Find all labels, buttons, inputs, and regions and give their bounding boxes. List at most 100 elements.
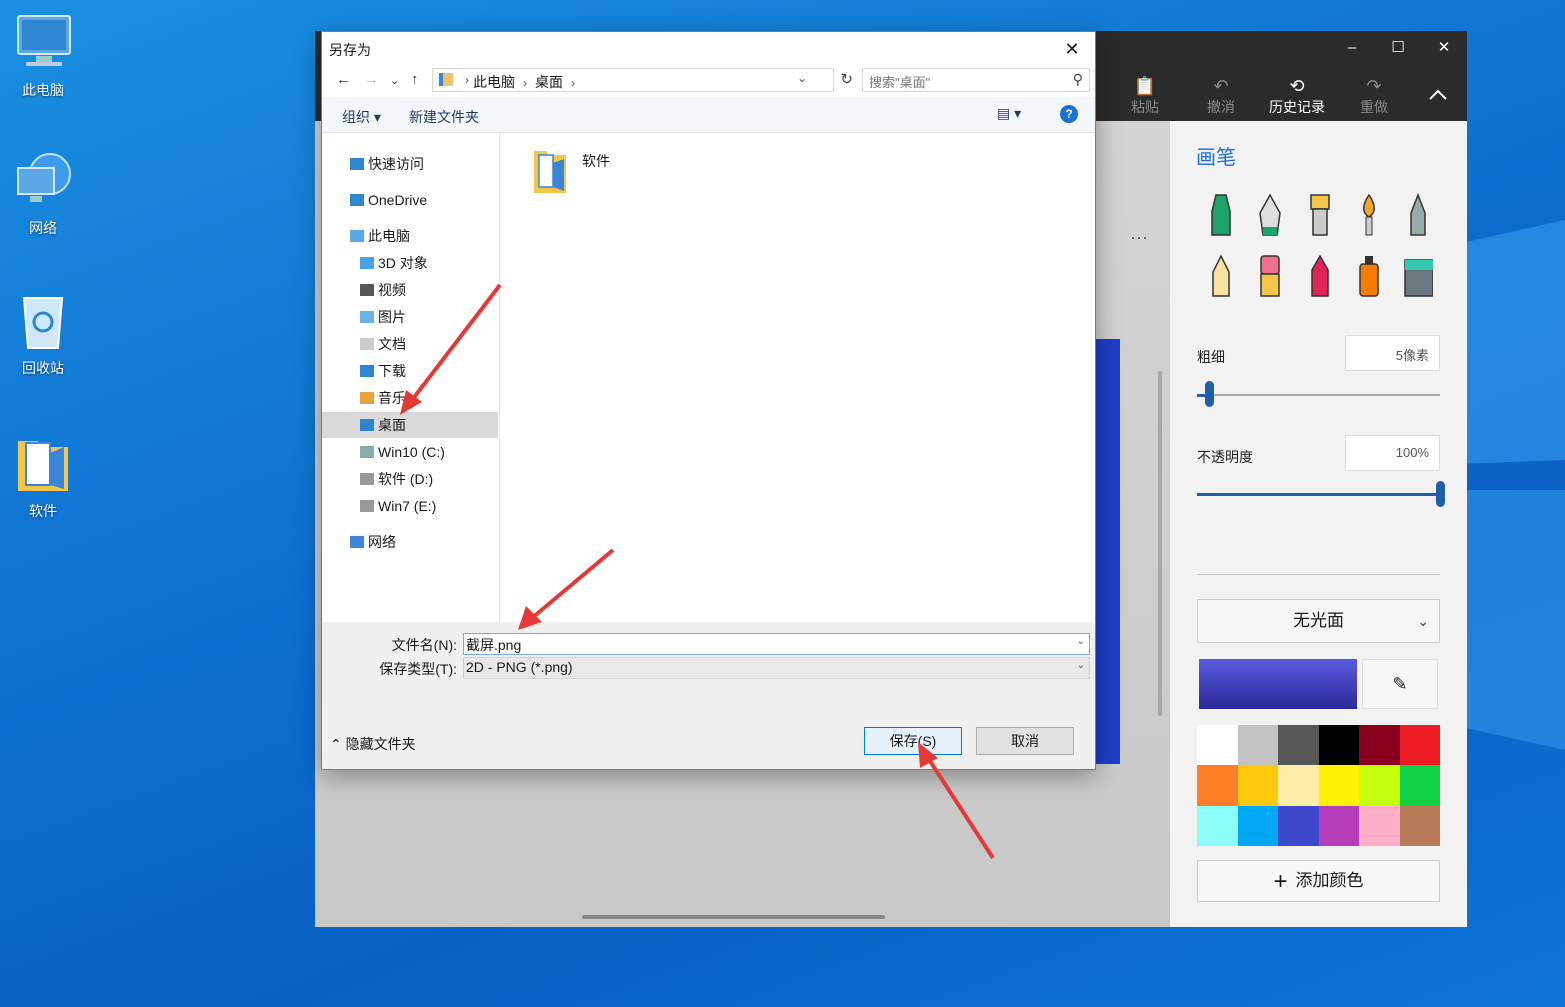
help-icon[interactable]: ? (1060, 105, 1078, 123)
forward-button[interactable]: → (364, 71, 379, 88)
fill-bucket-icon[interactable] (1403, 254, 1433, 298)
breadcrumb-desktop[interactable]: 桌面 (535, 74, 563, 90)
history-button[interactable]: ⟲ 历史记录 (1262, 75, 1332, 119)
palette-swatch[interactable] (1237, 765, 1278, 806)
folder-icon (534, 151, 566, 193)
current-color-swatch[interactable] (1199, 659, 1357, 709)
maximize-button[interactable]: ☐ (1375, 31, 1421, 63)
paste-button[interactable]: 📋 粘贴 (1110, 75, 1180, 119)
dialog-title: 另存为 (329, 42, 371, 58)
undo-button[interactable]: ↶ 撤消 (1186, 75, 1256, 119)
tree-item-3[interactable]: 3D 对象 (322, 250, 498, 276)
tree-item-13[interactable]: 网络 (322, 529, 498, 555)
opacity-slider-thumb[interactable] (1436, 481, 1445, 507)
view-options-icon[interactable]: ▤ ▾ (997, 105, 1021, 122)
palette-swatch[interactable] (1278, 725, 1319, 766)
tree-item-10[interactable]: Win10 (C:) (322, 439, 498, 465)
eyedropper-button[interactable]: ✎ (1362, 659, 1438, 709)
opacity-input[interactable]: 100% (1345, 435, 1440, 471)
filetype-select[interactable]: 2D - PNG (*.png) ⌄ (463, 657, 1090, 679)
palette-swatch[interactable] (1318, 765, 1359, 806)
tree-item-0[interactable]: 快速访问 (322, 151, 498, 177)
add-color-button[interactable]: + 添加颜色 (1197, 860, 1440, 902)
tree-item-7[interactable]: 下载 (322, 358, 498, 384)
address-dropdown-icon[interactable]: ⌄ (797, 71, 807, 85)
desktop-icon-network[interactable]: 网络 (0, 150, 86, 238)
spray-can-icon[interactable] (1354, 254, 1384, 298)
more-options-button[interactable]: ··· (1130, 227, 1148, 248)
thickness-slider-track[interactable] (1197, 394, 1440, 396)
tree-item-6[interactable]: 文档 (322, 331, 498, 357)
file-item-folder[interactable]: 软件 (532, 147, 652, 199)
dialog-close-button[interactable]: ✕ (1057, 35, 1087, 63)
breadcrumb-this-pc[interactable]: 此电脑 (473, 74, 515, 90)
thickness-label: 粗细 (1197, 349, 1225, 365)
refresh-icon[interactable]: ↻ (840, 70, 853, 88)
tree-item-4[interactable]: 视频 (322, 277, 498, 303)
chevron-down-icon[interactable]: ⌄ (1077, 636, 1085, 647)
tree-item-9[interactable]: 桌面 (322, 412, 498, 438)
filename-input[interactable]: 截屏.png ⌄ (463, 633, 1090, 655)
finish-dropdown[interactable]: 无光面 ⌄ (1197, 599, 1440, 643)
back-button[interactable]: ← (336, 71, 351, 88)
tree-item-12[interactable]: Win7 (E:) (322, 493, 498, 519)
cancel-button[interactable]: 取消 (976, 727, 1074, 755)
watercolor-icon[interactable] (1354, 193, 1384, 237)
vertical-scrollbar[interactable] (1158, 371, 1162, 716)
organize-menu[interactable]: 组织 ▾ (342, 107, 381, 127)
horizontal-scrollbar[interactable] (582, 915, 885, 919)
navigation-tree: 快速访问 OneDrive 此电脑 3D 对象 视频 图片 文档 下载 音乐 桌面 Win10 (C… (322, 133, 500, 622)
drive-icon (360, 500, 374, 512)
tree-item-2[interactable]: 此电脑 (322, 223, 498, 249)
palette-swatch[interactable] (1399, 765, 1440, 806)
downloads-icon (360, 365, 374, 377)
palette-swatch[interactable] (1359, 805, 1400, 846)
pencil-icon[interactable] (1206, 254, 1236, 298)
palette-swatch[interactable] (1359, 725, 1400, 766)
color-palette (1197, 725, 1440, 846)
desktop-icon-recycle-bin[interactable]: 回收站 (0, 290, 86, 378)
palette-swatch[interactable] (1318, 805, 1359, 846)
desktop-icon-this-pc[interactable]: 此电脑 (0, 12, 86, 100)
crayon-icon[interactable] (1305, 254, 1335, 298)
palette-swatch[interactable] (1197, 765, 1238, 806)
palette-swatch[interactable] (1237, 725, 1278, 766)
palette-swatch[interactable] (1197, 725, 1238, 766)
marker-brush-icon[interactable] (1206, 193, 1236, 237)
close-button[interactable]: ✕ (1421, 31, 1467, 63)
palette-swatch[interactable] (1278, 805, 1319, 846)
pictures-icon (360, 311, 374, 323)
palette-swatch[interactable] (1197, 805, 1238, 846)
eraser-icon[interactable] (1255, 254, 1285, 298)
desktop-icon-software-folder[interactable]: 软件 (0, 433, 86, 521)
tree-item-1[interactable]: OneDrive (322, 187, 498, 213)
chevron-up-icon[interactable] (1428, 87, 1448, 101)
palette-swatch[interactable] (1399, 725, 1440, 766)
up-button[interactable]: ↑ (411, 71, 419, 88)
tree-item-11[interactable]: 软件 (D:) (322, 466, 498, 492)
palette-swatch[interactable] (1278, 765, 1319, 806)
minimize-button[interactable]: – (1329, 31, 1375, 63)
palette-swatch[interactable] (1237, 805, 1278, 846)
palette-swatch[interactable] (1318, 725, 1359, 766)
brush-panel: 画笔 粗细 5像素 不透明度 100% 无光面 ⌄ ✎ + 添加颜色 (1170, 121, 1467, 927)
opacity-slider-fill (1197, 493, 1440, 496)
search-input[interactable]: 搜索"桌面" ⚲ (862, 68, 1090, 92)
tree-item-5[interactable]: 图片 (322, 304, 498, 330)
save-button[interactable]: 保存(S) (864, 727, 962, 755)
computer-icon (17, 15, 71, 66)
thickness-slider-thumb[interactable] (1205, 381, 1215, 407)
palette-swatch[interactable] (1399, 805, 1440, 846)
hide-folders-toggle[interactable]: ⌃ 隐藏文件夹 (330, 734, 416, 754)
pixel-pen-icon[interactable] (1403, 193, 1433, 237)
thickness-input[interactable]: 5像素 (1345, 335, 1440, 371)
address-bar[interactable]: › 此电脑 › 桌面 › ⌄ ↻ (432, 68, 853, 92)
calligraphy-pen-icon[interactable] (1255, 193, 1285, 237)
palette-swatch[interactable] (1359, 765, 1400, 806)
recent-locations-button[interactable]: ⌄ (390, 74, 399, 87)
oil-brush-icon[interactable] (1305, 193, 1335, 237)
redo-button[interactable]: ↷ 重做 (1339, 75, 1409, 119)
tree-item-8[interactable]: 音乐 (322, 385, 498, 411)
chevron-down-icon[interactable]: ⌄ (1077, 660, 1085, 671)
new-folder-button[interactable]: 新建文件夹 (409, 107, 479, 127)
